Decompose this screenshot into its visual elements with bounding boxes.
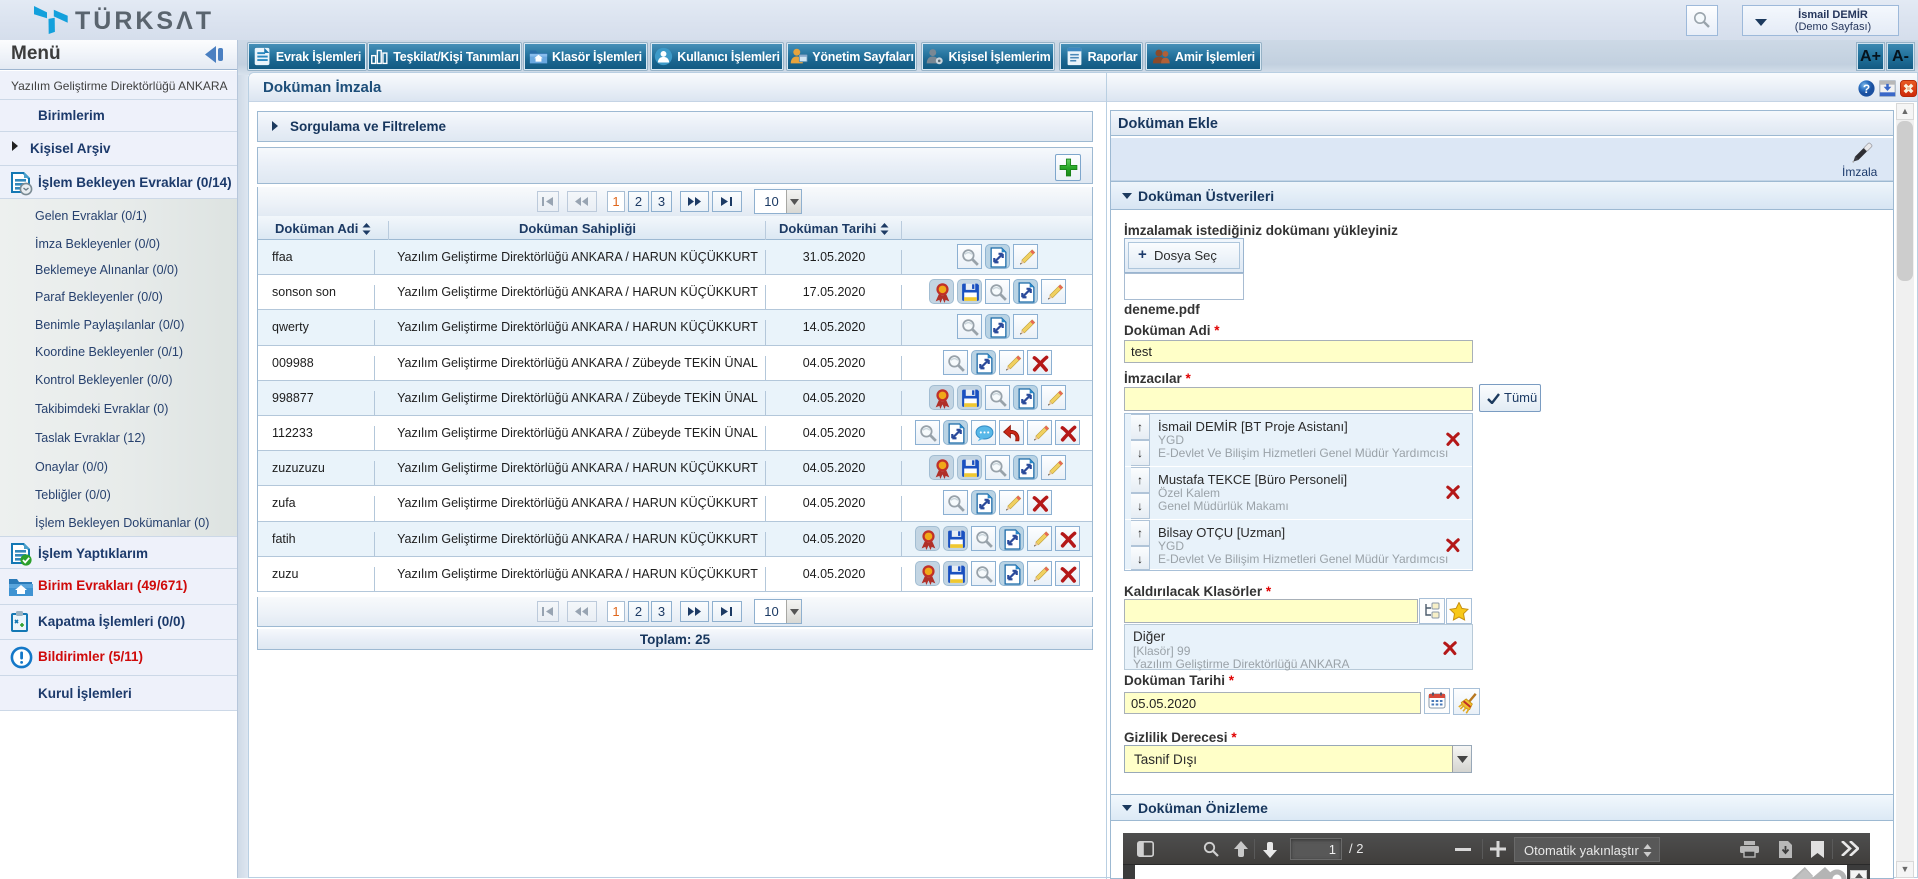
- svg-text:?: ?: [1863, 82, 1870, 96]
